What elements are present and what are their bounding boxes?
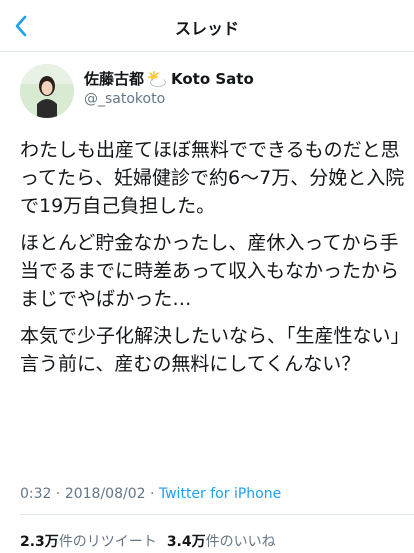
user-name: 佐藤古都 xyxy=(84,70,145,88)
user-name-suffix: Koto Sato xyxy=(171,69,254,88)
user-handle[interactable]: @_satokoto xyxy=(84,91,165,107)
tweet-meta: 0:32 · 2018/08/02 · Twitter for iPhone xyxy=(20,486,281,502)
tweet-date: 2018/08/02 xyxy=(64,486,146,502)
tweet-paragraph: ほとんど貯金なかったし、産休入ってから手当でるまでに時差あって収入もなかったから… xyxy=(20,232,400,310)
likes-count: 3.4万 xyxy=(166,534,206,550)
sun-behind-cloud-icon xyxy=(147,70,167,87)
display-name[interactable]: 佐藤古都 Koto Sato xyxy=(84,68,254,89)
avatar[interactable] xyxy=(20,64,74,118)
tweet-text: わたしも出産てほぼ無料でできるものだと思ってたら、妊婦健診で約6〜7万、分娩と入… xyxy=(20,136,408,387)
meta-separator: · xyxy=(55,486,61,502)
navigation-bar: スレッド xyxy=(0,0,414,52)
tweet-paragraph: わたしも出産てほぼ無料でできるものだと思ってたら、妊婦健診で約6〜7万、分娩と入… xyxy=(20,139,405,217)
meta-separator: · xyxy=(149,486,155,502)
retweets-label: 件のリツイート xyxy=(58,534,157,550)
tweet-time: 0:32 xyxy=(20,486,52,502)
divider xyxy=(20,514,414,515)
page-title: スレッド xyxy=(174,19,239,38)
tweet-source-link[interactable]: Twitter for iPhone xyxy=(159,486,281,502)
tweet-paragraph: 本気で少子化解決したいなら、「生産性ない」言う前に、産むの無料にしてくんない？ xyxy=(20,325,401,375)
likes-label: 件のいいね xyxy=(205,534,276,550)
tweet-stats: 2.3万件のリツイート 3.4万件のいいね xyxy=(20,531,276,551)
retweets-count: 2.3万 xyxy=(20,534,59,550)
likes-stat[interactable]: 3.4万件のいいね xyxy=(167,534,276,550)
retweets-stat[interactable]: 2.3万件のリツイート xyxy=(20,534,157,550)
